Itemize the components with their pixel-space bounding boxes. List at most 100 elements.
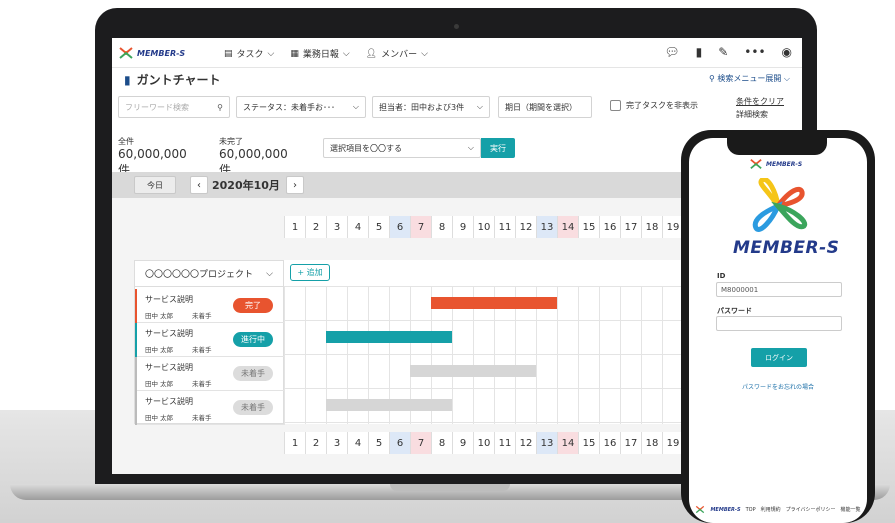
menu-report-label: 業務日報	[302, 50, 339, 60]
day-cell: 5	[368, 432, 389, 454]
forgot-password-link[interactable]: パスワードをお忘れの場合	[689, 382, 867, 391]
detail-search-link[interactable]: 詳細検索	[736, 109, 768, 120]
footer-link-top[interactable]: TOP	[746, 507, 756, 513]
chevron-down-icon: ⌵	[267, 48, 275, 59]
gantt-bar[interactable]	[431, 297, 557, 309]
project-selector[interactable]: 〇〇〇〇〇〇プロジェクト ⌵	[135, 261, 283, 287]
more-icon[interactable]: •••	[744, 45, 765, 59]
day-cell: 11	[494, 216, 515, 238]
password-label: パスワード	[717, 307, 752, 315]
task-row[interactable]: サービス説明 田中 太郎 未着手 進行中	[135, 323, 285, 357]
footer-link-features[interactable]: 機能一覧	[841, 506, 861, 513]
search-icon: ⚲	[708, 74, 715, 83]
task-state: 未着手	[192, 346, 212, 354]
day-cell: 9	[452, 432, 473, 454]
menu-task-label: タスク	[236, 50, 264, 60]
grid-column-line	[599, 286, 600, 424]
day-cell: 1	[284, 432, 305, 454]
footer-link-privacy[interactable]: プライバシーポリシー	[786, 506, 836, 513]
grid-column-line	[641, 286, 642, 424]
add-task-button[interactable]: + 追加	[290, 264, 330, 281]
login-button[interactable]: ログイン	[751, 348, 807, 367]
footer-logo-text: MEMBER-S	[710, 506, 741, 513]
prev-month-button[interactable]: ‹	[190, 176, 208, 194]
gantt-bar[interactable]	[410, 365, 536, 377]
task-assignee: 田中 太郎	[145, 380, 174, 388]
logo-mark-icon	[696, 505, 705, 514]
pen-icon[interactable]: ✎	[718, 45, 728, 59]
password-input[interactable]	[716, 316, 842, 331]
grid-column-line	[557, 286, 558, 424]
gantt-bar[interactable]	[326, 399, 452, 411]
day-cell: 18	[641, 216, 662, 238]
assignee-filter[interactable]: 担当者：田中および3件 ⌵	[372, 96, 490, 118]
day-cell: 4	[347, 432, 368, 454]
hide-done-checkbox[interactable]	[610, 100, 621, 111]
phone-top-logo-text: MEMBER-S	[766, 160, 803, 168]
status-badge[interactable]: 未着手	[233, 366, 273, 381]
user-icon[interactable]: ◉	[782, 45, 792, 59]
status-badge[interactable]: 未着手	[233, 400, 273, 415]
status-badge[interactable]: 進行中	[233, 332, 273, 347]
day-cell: 3	[326, 432, 347, 454]
day-cell: 11	[494, 432, 515, 454]
page-title-text: ガントチャート	[136, 73, 221, 87]
chevron-down-icon: ⌵	[352, 102, 359, 111]
chat-icon[interactable]: 💬︎	[664, 45, 679, 59]
file-icon[interactable]: ▮	[696, 45, 703, 59]
id-input[interactable]: M8000001	[716, 282, 842, 297]
keyword-search-input[interactable]: フリーワード検索 ⚲	[118, 96, 230, 118]
task-row[interactable]: サービス説明 田中 太郎 未着手 未着手	[135, 357, 285, 391]
chevron-down-icon: ⌵	[467, 143, 474, 152]
day-cell: 17	[620, 216, 641, 238]
hide-done-toggle[interactable]: 完了タスクを非表示	[610, 100, 698, 111]
day-cell: 10	[473, 432, 494, 454]
day-cell: 13	[536, 216, 557, 238]
day-cell: 2	[305, 216, 326, 238]
open-count-label: 未完了	[219, 137, 243, 146]
grid-column-line	[578, 286, 579, 424]
day-cell: 6	[389, 432, 410, 454]
day-cell: 14	[557, 432, 578, 454]
grid-column-line	[620, 286, 621, 424]
task-name: サービス説明	[145, 329, 193, 338]
today-button[interactable]: 今日	[134, 176, 176, 194]
menu-task[interactable]: ▤ タスク ⌵	[224, 47, 275, 61]
document-icon: ▮	[124, 72, 131, 87]
task-status-strip	[135, 289, 137, 323]
current-month: 2020年10月	[212, 179, 280, 192]
app-logo[interactable]: MEMBER-S	[118, 46, 185, 60]
clear-filters-link[interactable]: 条件をクリア	[736, 96, 784, 107]
logo-mark-icon	[750, 159, 762, 169]
day-cell: 1	[284, 216, 305, 238]
task-status-strip	[135, 391, 137, 425]
day-cell: 5	[368, 216, 389, 238]
gantt-bar[interactable]	[326, 331, 452, 343]
day-cell: 6	[389, 216, 410, 238]
task-row[interactable]: サービス説明 田中 太郎 未着手 未着手	[135, 391, 285, 425]
task-name: サービス説明	[145, 363, 193, 372]
run-button[interactable]: 実行	[481, 138, 515, 158]
report-icon: ▦	[290, 48, 299, 59]
search-menu-toggle[interactable]: ⚲ 検索メニュー展開 ⌵	[709, 73, 790, 84]
footer-link-terms[interactable]: 利用規約	[761, 506, 781, 513]
page-title: ▮ ガントチャート	[124, 71, 221, 88]
project-name: 〇〇〇〇〇〇プロジェクト	[145, 270, 254, 280]
day-cell: 18	[641, 432, 662, 454]
search-menu-label: 検索メニュー展開	[717, 74, 782, 83]
task-state: 未着手	[192, 414, 212, 422]
status-filter[interactable]: ステータス：未着手お･･･ ⌵	[236, 96, 366, 118]
menu-member[interactable]: 👤︎ メンバー ⌵	[366, 47, 428, 61]
task-row[interactable]: サービス説明 田中 太郎 未着手 完了	[135, 289, 285, 323]
next-month-button[interactable]: ›	[286, 176, 304, 194]
task-list-panel: 〇〇〇〇〇〇プロジェクト ⌵ サービス説明 田中 太郎 未着手 完了 サービス説明 田中 …	[134, 260, 285, 425]
document-icon: ▤	[224, 48, 233, 59]
day-header-bottom: 1 2 3 4 5 6 7 8 9 10 11 12 13 14 15 16 17 18 19	[284, 432, 683, 454]
menu-report[interactable]: ▦ 業務日報 ⌵	[290, 47, 349, 61]
top-navigation: MEMBER-S ▤ タスク ⌵ ▦ 業務日報 ⌵ 👤︎ メンバー ⌵ 💬︎ ▮…	[112, 38, 802, 68]
day-cell: 16	[599, 216, 620, 238]
day-cell: 15	[578, 216, 599, 238]
bulk-action-select[interactable]: 選択項目を〇〇する ⌵	[323, 138, 481, 158]
period-filter[interactable]: 期日（期間を選択）	[498, 96, 592, 118]
status-badge[interactable]: 完了	[233, 298, 273, 313]
